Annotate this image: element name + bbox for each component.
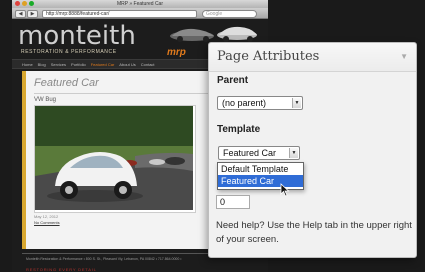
site-logo[interactable]: monteith: [18, 21, 136, 51]
parent-label: Parent: [217, 75, 249, 86]
post-title[interactable]: VW Bug: [34, 97, 56, 103]
help-text: Need help? Use the Help tab in the upper…: [216, 220, 412, 245]
mouse-pointer-icon: [280, 183, 290, 197]
brand-mark: mrp: [167, 47, 186, 58]
chevron-down-icon: ▼: [292, 98, 301, 108]
template-select-value: Featured Car: [223, 148, 277, 158]
minimize-window-button[interactable]: [22, 1, 27, 6]
window-controls: [15, 1, 34, 6]
site-tagline: RESTORATION & PERFORMANCE: [21, 49, 117, 55]
template-select[interactable]: Featured Car ▼: [218, 146, 300, 160]
address-bar[interactable]: http://mrp:8888/featured-car/: [42, 10, 197, 18]
parent-select-value: (no parent): [222, 98, 267, 108]
menu-order-input[interactable]: 0: [216, 195, 250, 209]
nav-item-portfolio[interactable]: Portfolio: [71, 62, 86, 67]
nav-item-services[interactable]: Services: [51, 62, 66, 67]
close-window-button[interactable]: [15, 1, 20, 6]
template-label: Template: [217, 124, 261, 135]
header-cars-image: [170, 26, 257, 42]
nav-item-blog[interactable]: Blog: [38, 62, 46, 67]
post-date: May 12, 2012: [34, 214, 59, 219]
nav-item-contact[interactable]: Contact: [141, 62, 155, 67]
search-field[interactable]: Google: [202, 10, 257, 18]
back-button[interactable]: ◀: [15, 10, 26, 18]
nav-buttons: ◀ ▶: [15, 10, 38, 18]
panel-title: Page Attributes: [217, 49, 320, 64]
forward-button[interactable]: ▶: [27, 10, 38, 18]
panel-header[interactable]: Page Attributes ▼: [209, 43, 416, 72]
browser-toolbar: ◀ ▶ http://mrp:8888/featured-car/ Google: [12, 8, 268, 19]
vw-bug-photo: [35, 106, 193, 210]
template-dropdown-list: Default Template Featured Car: [217, 162, 304, 190]
parent-select[interactable]: (no parent) ▼: [217, 96, 303, 110]
featured-car-photo[interactable]: [34, 105, 196, 213]
browser-titlebar: MRP » Featured Car: [12, 0, 268, 8]
footer-tagline: RESTORING EVERY DETAIL: [26, 267, 97, 272]
triangle-down-icon[interactable]: ▼: [400, 52, 408, 61]
footer-address: Monteith Restoration & Performance • 800…: [26, 257, 182, 261]
chevron-down-icon: ▼: [289, 148, 298, 158]
nav-item-featured-car[interactable]: Featured Car: [91, 62, 115, 67]
nav-item-home[interactable]: Home: [22, 62, 33, 67]
template-option-default[interactable]: Default Template: [218, 163, 303, 175]
zoom-window-button[interactable]: [29, 1, 34, 6]
nav-item-about-us[interactable]: About Us: [119, 62, 135, 67]
comments-link[interactable]: No Comments: [34, 220, 60, 225]
page-title: Featured Car: [34, 77, 99, 89]
window-title: MRP » Featured Car: [116, 1, 164, 7]
template-option-featured-car[interactable]: Featured Car: [218, 175, 303, 187]
